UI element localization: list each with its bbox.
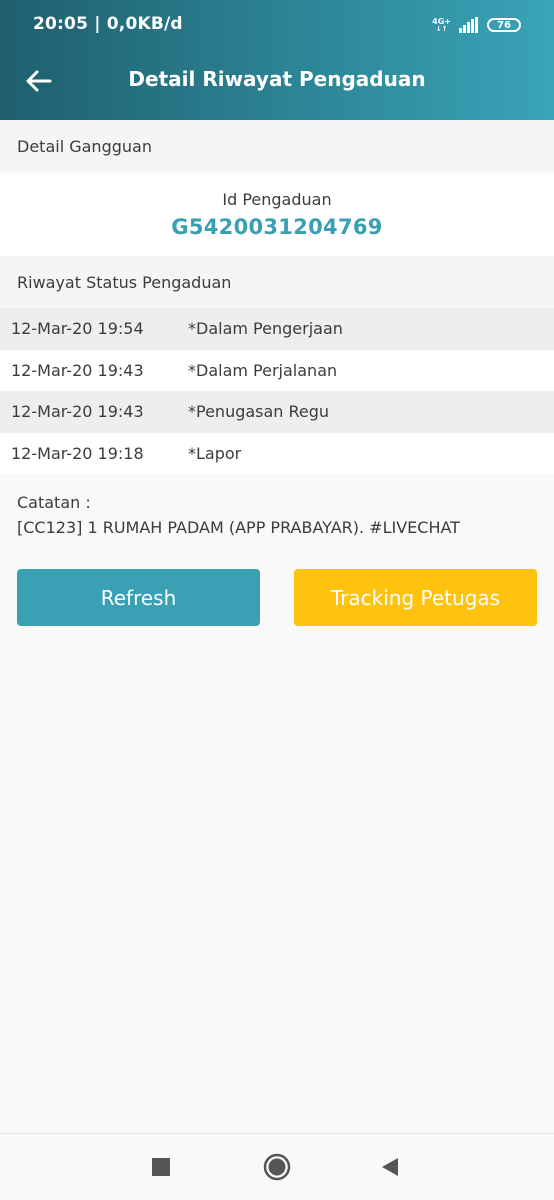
tracking-petugas-button[interactable]: Tracking Petugas (294, 569, 537, 626)
history-status: *Dalam Perjalanan (188, 360, 338, 380)
history-date: 12-Mar-20 19:43 (11, 402, 144, 422)
history-status: *Penugasan Regu (188, 402, 330, 422)
system-nav-bar (0, 1133, 554, 1200)
detail-section-header: Detail Gangguan (0, 120, 554, 172)
complaint-id-value: G5420031204769 (171, 215, 383, 239)
history-row: 12-Mar-20 19:43 *Dalam Perjalanan (0, 349, 554, 391)
toolbar: Detail Riwayat Pengaduan (0, 42, 554, 120)
network-type-icon: 4G+ ↓↑ (432, 17, 451, 33)
nav-back-button[interactable] (373, 1150, 407, 1184)
recent-apps-button[interactable] (144, 1150, 178, 1184)
network-arrows: ↓↑ (435, 24, 448, 33)
status-bar: 20:05 | 0,0KB/d 4G+ ↓↑ 76 (0, 0, 554, 42)
signal-icon (459, 17, 478, 33)
history-date: 12-Mar-20 19:54 (11, 319, 144, 339)
battery-icon: 76 (487, 18, 521, 32)
triangle-back-icon (382, 1158, 398, 1176)
detail-section-title: Detail Gangguan (17, 136, 152, 156)
refresh-button[interactable]: Refresh (17, 569, 260, 626)
history-status: *Dalam Pengerjaan (188, 319, 343, 339)
note-label: Catatan : (17, 493, 91, 512)
history-date: 12-Mar-20 19:18 (11, 443, 144, 463)
complaint-id-card: Id Pengaduan G5420031204769 (0, 173, 554, 256)
history-date: 12-Mar-20 19:43 (11, 360, 144, 380)
status-indicators: 4G+ ↓↑ 76 (432, 14, 521, 36)
history-row: 12-Mar-20 19:43 *Penugasan Regu (0, 391, 554, 433)
history-section-header: Riwayat Status Pengaduan (0, 256, 554, 308)
history-row: 12-Mar-20 19:18 *Lapor (0, 432, 554, 474)
note-block: Catatan : [CC123] 1 RUMAH PADAM (APP PRA… (17, 490, 460, 540)
tracking-button-label: Tracking Petugas (330, 585, 501, 610)
page-title: Detail Riwayat Pengaduan (128, 67, 426, 91)
complaint-id-label: Id Pengaduan (222, 190, 332, 209)
history-row: 12-Mar-20 19:54 *Dalam Pengerjaan (0, 308, 554, 350)
square-recent-icon (152, 1158, 170, 1176)
home-button[interactable] (260, 1150, 294, 1184)
status-time: 20:05 | 0,0KB/d (33, 14, 183, 34)
refresh-button-label: Refresh (100, 585, 177, 610)
history-section-title: Riwayat Status Pengaduan (17, 272, 232, 292)
battery-level: 76 (497, 19, 511, 31)
circle-home-icon (263, 1153, 291, 1181)
app-header: 20:05 | 0,0KB/d 4G+ ↓↑ 76 Detail Riwayat… (0, 0, 554, 120)
history-status: *Lapor (188, 443, 242, 463)
note-text: [CC123] 1 RUMAH PADAM (APP PRABAYAR). #L… (17, 518, 460, 537)
status-history-list: 12-Mar-20 19:54 *Dalam Pengerjaan 12-Mar… (0, 308, 554, 474)
